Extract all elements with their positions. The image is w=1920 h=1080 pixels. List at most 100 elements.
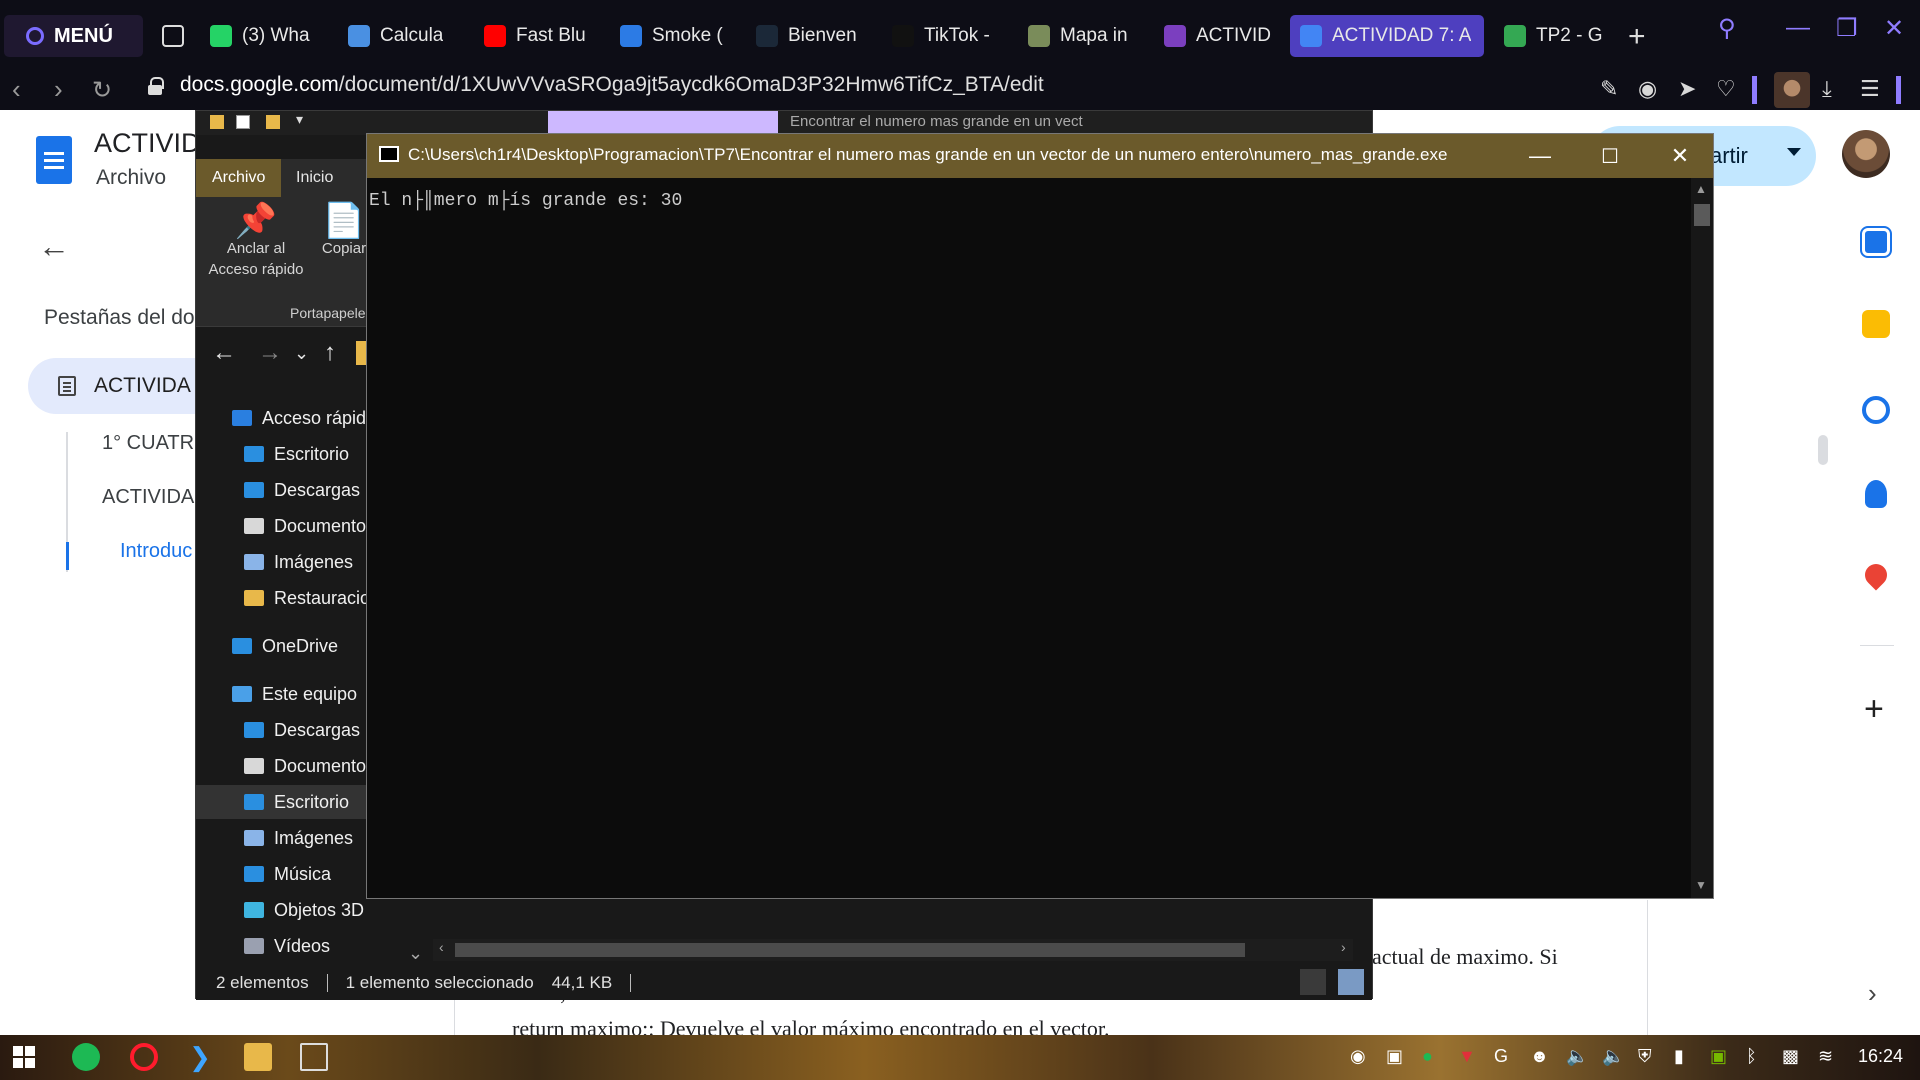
outline-scrollbar[interactable] [1818,435,1828,465]
nav-tree-item[interactable]: Documentos [196,749,368,783]
nav-tree-item[interactable]: Música [196,857,368,891]
nav-tree-item[interactable]: Imágenes [196,821,368,855]
console-output-area[interactable]: El n├║mero m├ís grande es: 30 [367,178,1692,898]
browser-tab[interactable]: Smoke ( [610,15,734,57]
logitech-g-icon[interactable]: G [1494,1046,1508,1067]
download-icon[interactable]: ⤓ [1822,76,1832,102]
outline-item[interactable]: ACTIVIDA [102,486,194,509]
browser-tab[interactable]: ACTIVID [1154,15,1278,57]
chevron-right-icon[interactable]: › [1868,978,1877,1009]
close-window-icon[interactable]: ✕ [1884,14,1904,43]
scroll-left-icon[interactable]: ‹ [439,939,444,955]
reload-icon[interactable]: ↻ [92,76,112,105]
nav-tree-item[interactable]: Acceso rápido [196,401,368,435]
easy-setup-icon[interactable]: ☰ [1860,76,1880,102]
bluetooth-icon[interactable]: ᛒ [1746,1046,1757,1067]
outline-back-icon[interactable]: ← [38,228,70,265]
opera-gx-icon[interactable] [130,1043,158,1071]
windows-start-icon[interactable] [10,1043,38,1071]
console-scroll-thumb[interactable] [1694,204,1710,226]
explorer-titlebar[interactable]: ▾ Encontrar el numero mas grande en un v… [196,111,1372,135]
document-title[interactable]: ACTIVID [94,128,201,159]
outline-item-selected[interactable]: Introduc [120,540,192,563]
calendar-icon[interactable] [1862,228,1890,256]
send-icon[interactable]: ➤ [1678,76,1696,102]
nav-tree-item[interactable]: Imágenes [196,545,368,579]
console-scrollbar[interactable]: ▲ ▼ [1691,178,1713,898]
browser-tab[interactable]: Fast Blu [474,15,598,57]
scroll-down-icon[interactable]: ▼ [1695,878,1707,892]
browser-tab[interactable]: Bienven [746,15,870,57]
large-icons-view-icon[interactable] [1338,969,1364,995]
maximize-window-icon[interactable]: ❐ [1836,14,1858,43]
url-field[interactable]: docs.google.com/document/d/1XUwVVvaSROga… [180,73,1044,97]
nav-tree-item[interactable]: OneDrive [196,629,368,663]
pin-quick-access-button[interactable]: 📌 Anclar al Acceso rápido [204,204,308,280]
nav-tree-item[interactable]: Escritorio [196,785,368,819]
security-shield-icon[interactable]: ⛨ [1638,1046,1652,1067]
edit-screenshot-icon[interactable]: ✎ [1600,76,1618,102]
tasks-icon[interactable] [1862,396,1890,424]
minimize-icon[interactable]: — [1505,134,1575,178]
recent-locations-icon[interactable]: ⌄ [294,343,309,364]
volume-icon[interactable]: 🔈 [1566,1046,1588,1067]
nav-tree-item[interactable]: Vídeos [196,929,368,963]
horizontal-scrollbar[interactable]: ‹ › [433,939,1353,961]
browser-tab[interactable]: ACTIVIDAD 7: A [1290,15,1484,57]
nav-tree-item[interactable]: Descargas [196,713,368,747]
docs-logo-icon[interactable] [36,136,72,184]
browser-tab[interactable]: Mapa in [1018,15,1142,57]
nav-tree-item[interactable]: Este equipo [196,677,368,711]
vscode-icon[interactable]: ❯ [186,1042,214,1072]
workspace-icon[interactable] [152,15,190,57]
tray-icon-1[interactable]: ◉ [1350,1046,1366,1067]
browser-tab[interactable]: Calcula [338,15,462,57]
close-icon[interactable]: ✕ [1645,134,1715,178]
browser-tab[interactable]: (3) Wha [200,15,324,57]
browser-tab[interactable]: TP2 - G [1494,15,1618,57]
nav-tree-item[interactable]: Descargas [196,473,368,507]
up-arrow-icon[interactable]: ↑ [324,339,336,367]
maps-icon[interactable] [1860,559,1892,591]
tab-archivo[interactable]: Archivo [196,159,282,197]
back-icon[interactable]: ‹ [12,74,21,105]
discord-icon[interactable]: ☻ [1530,1046,1549,1067]
minimize-window-icon[interactable]: — [1786,14,1810,42]
camera-icon[interactable]: ◉ [1638,76,1657,102]
outline-item[interactable]: 1° CUATRI [102,432,200,455]
nvidia-icon[interactable]: ▣ [1710,1046,1727,1067]
new-folder-icon[interactable] [266,115,280,129]
back-arrow-icon[interactable]: ← [212,339,236,367]
menu-archivo[interactable]: Archivo [96,166,166,190]
maximize-icon[interactable]: ☐ [1575,134,1645,178]
volume-icon-2[interactable]: 🔈 [1602,1046,1624,1067]
contacts-icon[interactable] [1865,480,1887,508]
search-icon[interactable]: ⚲ [1718,14,1736,43]
wifi-icon[interactable]: ≋ [1818,1046,1833,1067]
file-explorer-icon[interactable] [244,1043,272,1071]
forward-arrow-icon[interactable]: → [258,339,282,367]
browser-tab[interactable]: TikTok - [882,15,1006,57]
scroll-right-icon[interactable]: › [1341,939,1346,955]
performance-icon[interactable]: ▩ [1782,1046,1799,1067]
profile-avatar[interactable] [1774,72,1810,108]
scroll-up-icon[interactable]: ▲ [1695,182,1707,196]
spotify-tray-icon[interactable]: ● [1422,1046,1433,1067]
valorant-tray-icon[interactable]: ▼ [1458,1046,1476,1067]
nav-tree-item[interactable]: Escritorio [196,437,368,471]
details-view-icon[interactable] [1300,969,1326,995]
heart-icon[interactable]: ♡ [1716,76,1736,102]
nav-tree-item[interactable]: Documentos [196,509,368,543]
forward-icon[interactable]: › [54,74,63,105]
clock[interactable]: 16:24 [1858,1046,1903,1067]
properties-icon[interactable] [236,115,250,129]
add-addon-icon[interactable]: + [1864,690,1884,729]
file-list-pane[interactable] [433,901,1368,939]
spotify-icon[interactable] [72,1043,100,1071]
tab-inicio[interactable]: Inicio [280,159,349,197]
scrollbar-thumb[interactable] [455,943,1245,957]
chevron-down-icon[interactable] [1787,148,1801,156]
nav-tree-item[interactable]: Restauracion [196,581,368,615]
tray-icon-2[interactable]: ▣ [1386,1046,1403,1067]
scroll-down-icon[interactable]: ⌄ [408,943,423,964]
